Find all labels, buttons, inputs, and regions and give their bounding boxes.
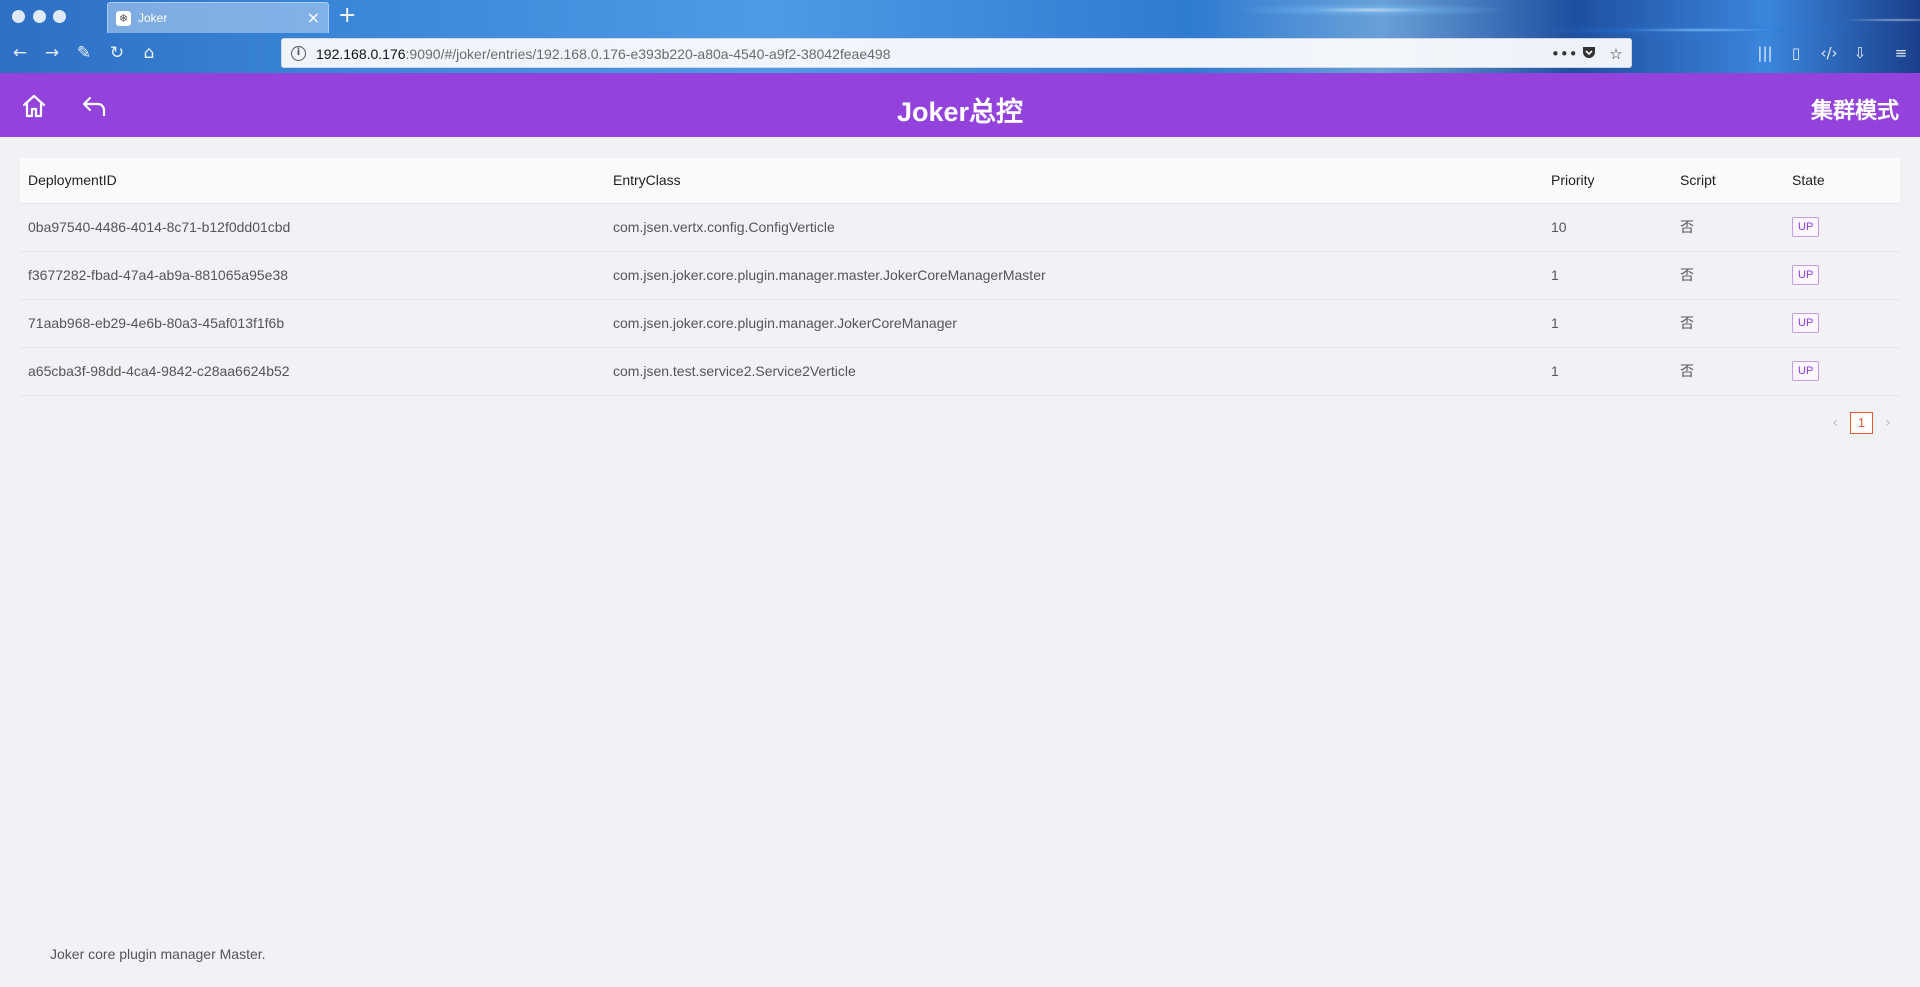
state-cell: UP — [1784, 203, 1900, 252]
browser-tab[interactable]: ❄ Joker × — [107, 2, 329, 33]
column-header-state[interactable]: State — [1784, 158, 1900, 204]
forward-icon[interactable]: → — [41, 42, 63, 64]
dev-tools-icon[interactable]: ‹/› — [1818, 42, 1840, 64]
entry-class-cell: com.jsen.vertx.config.ConfigVerticle — [605, 203, 1543, 252]
app-header: Joker总控 集群模式 — [0, 73, 1920, 137]
priority-cell: 1 — [1543, 251, 1672, 300]
tools-icon[interactable]: ✎ — [73, 42, 95, 64]
page-title: Joker总控 — [896, 97, 1024, 127]
tab-title: Joker — [138, 11, 168, 25]
window-close-dot[interactable] — [12, 10, 25, 23]
home-browser-icon[interactable]: ⌂ — [138, 42, 160, 64]
deployment-id-cell: a65cba3f-98dd-4ca4-9842-c28aa6624b52 — [20, 347, 605, 396]
entry-class-cell: com.jsen.test.service2.Service2Verticle — [605, 347, 1543, 396]
deployment-id-cell: 0ba97540-4486-4014-8c71-b12f0dd01cbd — [20, 203, 605, 252]
url-bar[interactable]: i 192.168.0.176:9090/#/joker/entries/192… — [281, 38, 1632, 68]
priority-cell: 10 — [1543, 203, 1672, 252]
column-header-deployment-id[interactable]: DeploymentID — [20, 158, 605, 204]
priority-cell: 1 — [1543, 347, 1672, 396]
info-icon[interactable]: i — [291, 46, 306, 61]
url-text[interactable]: 192.168.0.176:9090/#/joker/entries/192.1… — [316, 46, 890, 62]
table-row[interactable]: 71aab968-eb29-4e6b-80a3-45af013f1f6b com… — [20, 299, 1900, 348]
browser-chrome: ❄ Joker × + ← → ✎ ↻ ⌂ i 192.168.0.176:90… — [0, 0, 1920, 73]
menu-icon[interactable]: ≡ — [1890, 42, 1912, 64]
next-page-icon[interactable]: › — [1877, 415, 1899, 431]
table-header-row: DeploymentID EntryClass Priority Script … — [20, 158, 1900, 204]
window-zoom-dot[interactable] — [53, 10, 66, 23]
table-row[interactable]: 0ba97540-4486-4014-8c71-b12f0dd01cbd com… — [20, 203, 1900, 252]
cluster-mode-label[interactable]: 集群模式 — [1811, 93, 1899, 125]
script-cell: 否 — [1672, 347, 1784, 396]
download-icon[interactable]: ⇩ — [1849, 42, 1871, 64]
state-cell: UP — [1784, 299, 1900, 348]
entries-table: DeploymentID EntryClass Priority Script … — [20, 158, 1900, 396]
column-header-priority[interactable]: Priority — [1543, 158, 1672, 204]
window-minimize-dot[interactable] — [33, 10, 46, 23]
priority-cell: 1 — [1543, 299, 1672, 348]
state-badge: UP — [1792, 361, 1820, 381]
column-header-entry-class[interactable]: EntryClass — [605, 158, 1543, 204]
page-number-current[interactable]: 1 — [1850, 412, 1873, 434]
state-badge: UP — [1792, 217, 1820, 237]
footer-text: Joker core plugin manager Master. — [50, 946, 266, 962]
entry-class-cell: com.jsen.joker.core.plugin.manager.maste… — [605, 251, 1543, 300]
back-icon[interactable]: ← — [9, 42, 31, 64]
page-actions-icon[interactable]: ••• — [1551, 44, 1578, 64]
browser-toolbar: ← → ✎ ↻ ⌂ i 192.168.0.176:9090/#/joker/e… — [0, 33, 1920, 73]
state-badge: UP — [1792, 313, 1820, 333]
pocket-icon[interactable] — [1579, 44, 1599, 64]
table-row[interactable]: f3677282-fbad-47a4-ab9a-881065a95e38 com… — [20, 251, 1900, 300]
state-cell: UP — [1784, 251, 1900, 300]
new-tab-icon[interactable]: + — [338, 3, 356, 29]
bookmark-star-icon[interactable]: ☆ — [1606, 44, 1626, 64]
script-cell: 否 — [1672, 203, 1784, 252]
tab-strip: ❄ Joker × + — [0, 0, 1920, 33]
deployment-id-cell: 71aab968-eb29-4e6b-80a3-45af013f1f6b — [20, 299, 605, 348]
tab-close-icon[interactable]: × — [307, 8, 320, 28]
sidebar-icon[interactable]: ▯ — [1785, 42, 1807, 64]
library-icon[interactable]: ||| — [1754, 42, 1776, 64]
column-header-script[interactable]: Script — [1672, 158, 1784, 204]
entry-class-cell: com.jsen.joker.core.plugin.manager.Joker… — [605, 299, 1543, 348]
state-cell: UP — [1784, 347, 1900, 396]
script-cell: 否 — [1672, 251, 1784, 300]
table-row[interactable]: a65cba3f-98dd-4ca4-9842-c28aa6624b52 com… — [20, 347, 1900, 396]
tab-favicon-icon: ❄ — [116, 11, 131, 26]
pagination: ‹ 1 › — [1824, 412, 1899, 434]
deployment-id-cell: f3677282-fbad-47a4-ab9a-881065a95e38 — [20, 251, 605, 300]
script-cell: 否 — [1672, 299, 1784, 348]
prev-page-icon[interactable]: ‹ — [1824, 415, 1846, 431]
state-badge: UP — [1792, 265, 1820, 285]
reload-icon[interactable]: ↻ — [106, 42, 128, 64]
